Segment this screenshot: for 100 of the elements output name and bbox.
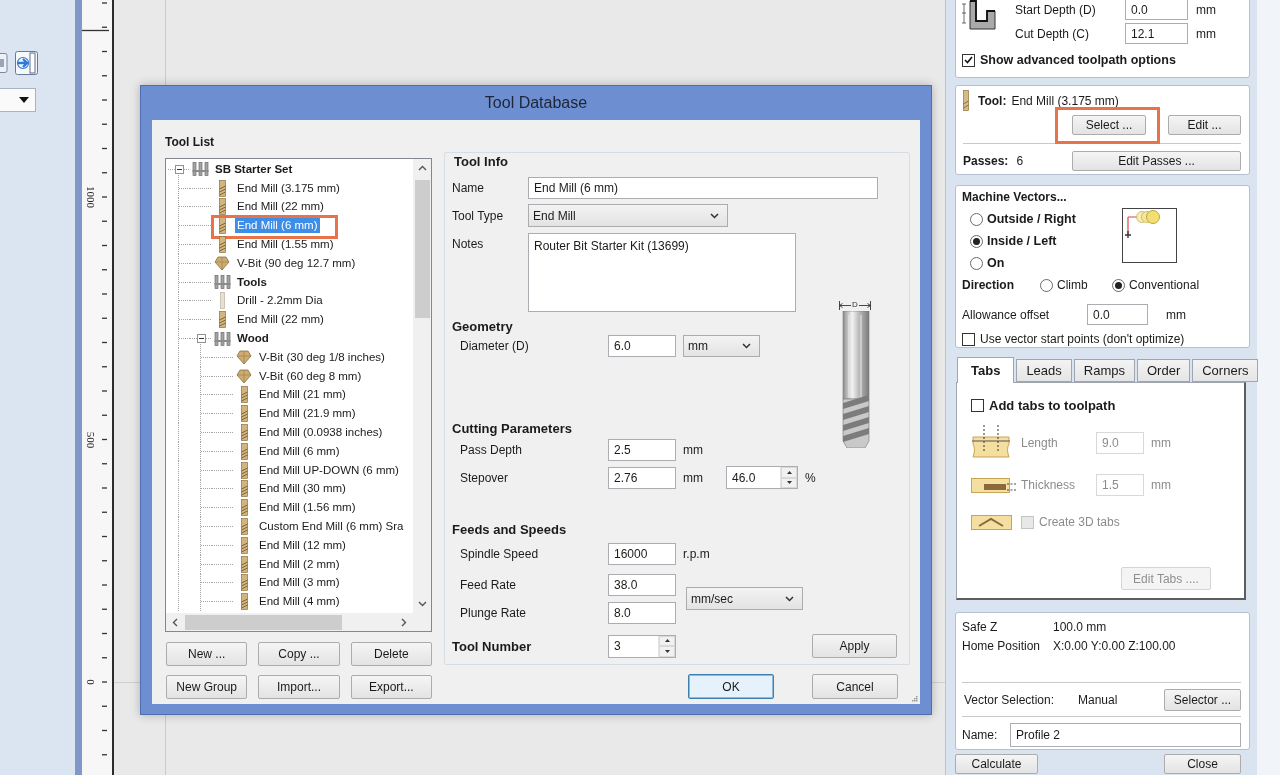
resize-grip-icon[interactable] bbox=[911, 695, 918, 702]
new-tool-button[interactable]: New ... bbox=[166, 642, 248, 666]
tree-item[interactable]: End Mill (3 mm) bbox=[257, 575, 342, 591]
selector-button[interactable]: Selector ... bbox=[1164, 689, 1241, 711]
v-bit-icon bbox=[236, 349, 252, 365]
unit-label: mm bbox=[1151, 435, 1171, 450]
stepover-field[interactable]: 2.76 bbox=[608, 466, 676, 489]
tab[interactable]: Tabs bbox=[957, 357, 1015, 383]
tree-item[interactable]: V-Bit (30 deg 1/8 inches) bbox=[257, 349, 387, 365]
unit-dropdown[interactable]: mm bbox=[683, 334, 760, 357]
tab-length-field[interactable]: 9.0 bbox=[1096, 431, 1144, 454]
tab[interactable]: Leads bbox=[1016, 359, 1072, 382]
board-thickness-icon bbox=[971, 475, 1016, 495]
radio-button[interactable] bbox=[970, 256, 983, 270]
chevron-left-icon[interactable] bbox=[172, 617, 178, 627]
radio-button[interactable] bbox=[970, 212, 983, 226]
chevron-up-icon[interactable] bbox=[417, 165, 427, 171]
board-length-icon bbox=[971, 424, 1011, 461]
tree-item[interactable]: End Mill (1.56 mm) bbox=[257, 500, 358, 516]
tree-item[interactable]: End Mill UP-DOWN (6 mm) bbox=[257, 462, 401, 478]
field-label: Diameter (D) bbox=[460, 338, 530, 353]
unit-label: mm bbox=[683, 470, 704, 485]
chevron-down-icon bbox=[785, 595, 794, 602]
field-label: Name: bbox=[962, 728, 999, 742]
scrollbar-thumb[interactable] bbox=[185, 614, 342, 630]
tab[interactable]: Ramps bbox=[1073, 359, 1135, 382]
apply-button[interactable]: Apply bbox=[812, 634, 897, 658]
edit-passes-button[interactable]: Edit Passes ... bbox=[1072, 151, 1241, 171]
tree-item[interactable]: End Mill (1.55 mm) bbox=[235, 237, 336, 253]
collapse-toggle-icon[interactable] bbox=[174, 164, 184, 174]
cut-depth-field[interactable]: 12.1 bbox=[1125, 23, 1188, 44]
radio-button[interactable] bbox=[1112, 278, 1125, 292]
v-bit-icon bbox=[236, 368, 252, 384]
checkbox[interactable] bbox=[962, 53, 975, 67]
edit-button[interactable]: Edit ... bbox=[1168, 115, 1241, 135]
tree-item[interactable]: End Mill (0.0938 inches) bbox=[257, 425, 385, 441]
tree-item[interactable]: V-Bit (60 deg 8 mm) bbox=[257, 368, 364, 384]
spindle-speed-field[interactable]: 16000 bbox=[608, 542, 676, 565]
spin-down-button[interactable] bbox=[781, 477, 797, 488]
tree-item[interactable]: End Mill (6 mm) bbox=[257, 443, 342, 459]
tree-item[interactable]: Custom End Mill (6 mm) Sra bbox=[257, 519, 406, 535]
name-field[interactable]: End Mill (6 mm) bbox=[528, 177, 878, 199]
checkbox[interactable] bbox=[962, 332, 975, 346]
collapse-toggle-icon[interactable] bbox=[196, 334, 206, 344]
diameter-field[interactable]: 6.0 bbox=[608, 334, 676, 357]
field-label: Stepover bbox=[460, 470, 510, 485]
start-depth-field[interactable]: 0.0 bbox=[1125, 0, 1188, 20]
tree-item[interactable]: End Mill (21 mm) bbox=[257, 387, 348, 403]
dropdown-field[interactable] bbox=[0, 88, 36, 112]
import-button[interactable]: Import... bbox=[258, 675, 340, 699]
panel-icon[interactable] bbox=[0, 52, 8, 73]
tree-item[interactable]: End Mill (21.9 mm) bbox=[257, 406, 358, 422]
tree-item[interactable]: End Mill (2 mm) bbox=[257, 556, 342, 572]
cancel-button[interactable]: Cancel bbox=[812, 674, 898, 699]
tab[interactable]: Order bbox=[1137, 359, 1191, 382]
checkbox[interactable] bbox=[971, 399, 984, 412]
calculate-button[interactable]: Calculate bbox=[955, 754, 1038, 774]
tree-item[interactable]: End Mill (30 mm) bbox=[257, 481, 348, 497]
tree-item[interactable]: End Mill (12 mm) bbox=[257, 537, 348, 553]
ok-button[interactable]: OK bbox=[688, 674, 774, 699]
tree-item[interactable]: End Mill (22 mm) bbox=[235, 199, 326, 215]
radio-button[interactable] bbox=[970, 234, 983, 248]
new-group-button[interactable]: New Group bbox=[166, 675, 248, 699]
tree-item[interactable]: SB Starter Set bbox=[213, 161, 295, 177]
tab[interactable]: Corners bbox=[1192, 359, 1259, 382]
arrow-into-box-icon[interactable] bbox=[15, 50, 38, 75]
delete-button[interactable]: Delete bbox=[350, 642, 432, 666]
tree-item[interactable]: End Mill (3.175 mm) bbox=[235, 180, 342, 196]
checkmark-icon bbox=[964, 56, 973, 64]
tree-item[interactable]: End Mill (22 mm) bbox=[235, 312, 326, 328]
notes-field[interactable]: Router Bit Starter Kit (13699) bbox=[528, 233, 796, 312]
tree-item[interactable]: Drill - 2.2mm Dia bbox=[235, 293, 325, 309]
tree-item[interactable]: End Mill (4 mm) bbox=[257, 594, 342, 610]
checkbox-label: Show advanced toolpath options bbox=[980, 53, 1176, 67]
tool-type-dropdown[interactable]: End Mill bbox=[528, 204, 728, 227]
export-button[interactable]: Export... bbox=[350, 675, 432, 699]
copy-button[interactable]: Copy ... bbox=[258, 642, 340, 666]
spin-up-button[interactable] bbox=[781, 467, 797, 478]
stepover-percent-field[interactable]: 46.0 bbox=[726, 466, 798, 489]
spin-down-button[interactable] bbox=[659, 646, 675, 657]
tree-item[interactable]: Tools bbox=[235, 274, 269, 290]
close-button[interactable]: Close bbox=[1164, 754, 1241, 774]
radio-button[interactable] bbox=[1040, 278, 1053, 292]
tree-item[interactable]: Wood bbox=[235, 331, 271, 347]
rate-unit-dropdown[interactable]: mm/sec bbox=[686, 587, 803, 610]
tree-item[interactable]: V-Bit (90 deg 12.7 mm) bbox=[235, 255, 358, 271]
select-button[interactable]: Select ... bbox=[1072, 115, 1146, 135]
tool-group-icon bbox=[213, 331, 231, 346]
chevron-right-icon[interactable] bbox=[401, 617, 407, 627]
spin-up-button[interactable] bbox=[659, 635, 675, 646]
toolpath-name-field[interactable]: Profile 2 bbox=[1010, 723, 1241, 747]
pass-depth-field[interactable]: 2.5 bbox=[608, 438, 676, 461]
section-heading: Geometry bbox=[452, 319, 513, 334]
unit-label: mm bbox=[1151, 478, 1171, 492]
plunge-rate-field[interactable]: 8.0 bbox=[608, 601, 676, 624]
tool-number-field[interactable]: 3 bbox=[608, 634, 676, 658]
allowance-field[interactable]: 0.0 bbox=[1087, 304, 1148, 325]
scrollbar-thumb[interactable] bbox=[414, 180, 430, 318]
feed-rate-field[interactable]: 38.0 bbox=[608, 573, 676, 596]
chevron-down-icon[interactable] bbox=[417, 601, 427, 607]
